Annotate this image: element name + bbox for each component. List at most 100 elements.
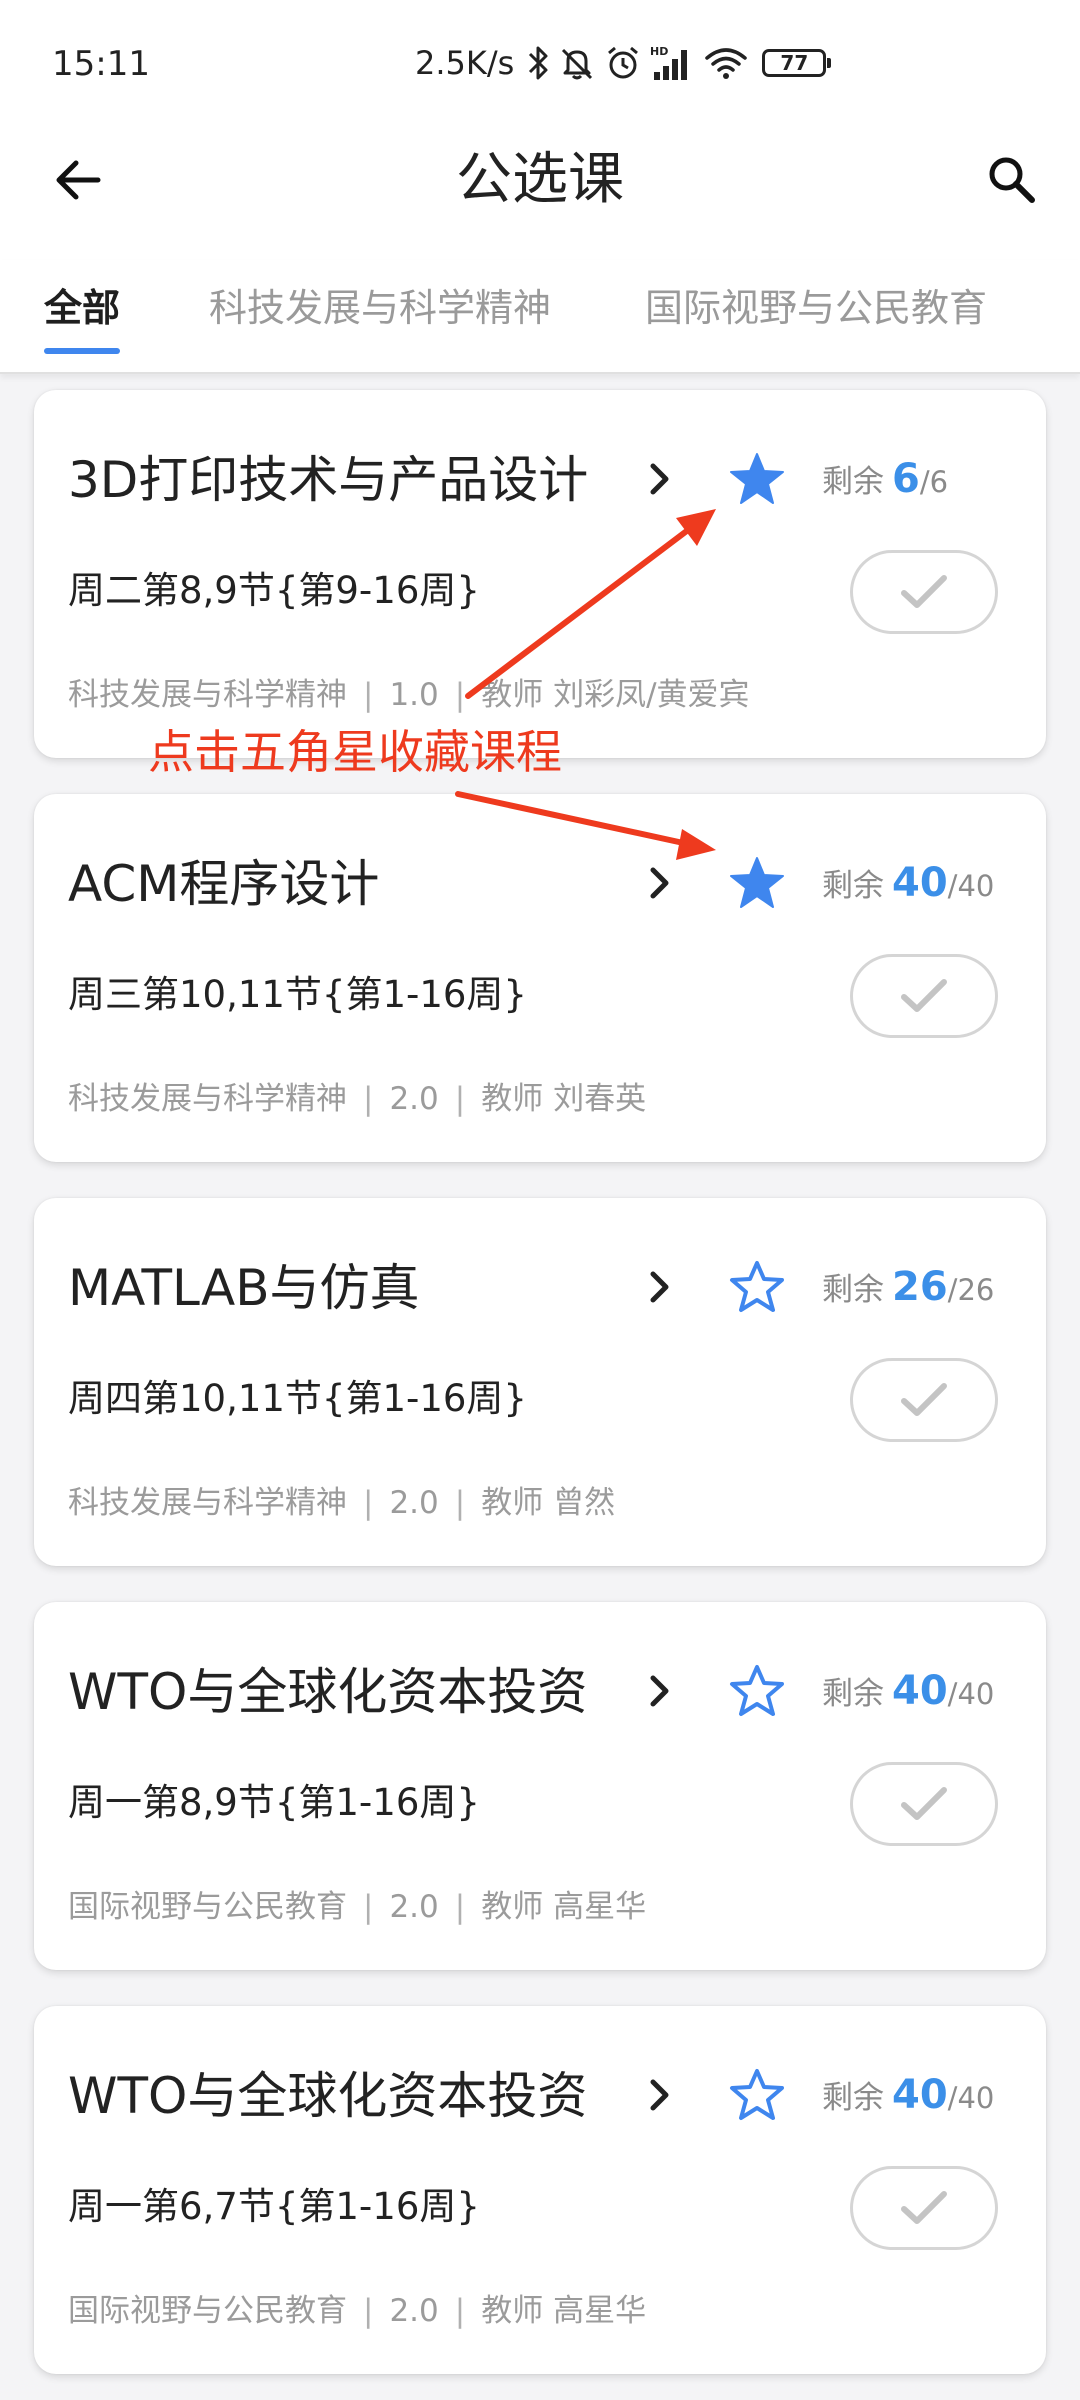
- course-teacher: 教师 高星华: [481, 1889, 647, 1925]
- meta-separator: |: [454, 1081, 466, 1117]
- total-count: /40: [947, 1677, 995, 1711]
- meta-separator: |: [454, 677, 466, 713]
- course-credit: 2.0: [389, 1485, 439, 1521]
- select-course-button[interactable]: [850, 550, 998, 634]
- course-card[interactable]: MATLAB与仿真 剩余 26/26 周四第10,11节{第1-16周} 科技发展…: [34, 1198, 1046, 1566]
- course-detail-button[interactable]: [634, 2070, 684, 2120]
- remaining-seats: 剩余 6/6: [822, 454, 948, 512]
- tab-all[interactable]: 全部: [44, 280, 120, 336]
- chevron-right-icon: [650, 1675, 669, 1707]
- check-icon: [901, 575, 947, 608]
- course-title: ACM程序设计: [68, 855, 380, 913]
- course-credit: 2.0: [389, 2293, 439, 2329]
- course-teacher: 教师 刘春英: [481, 1081, 647, 1117]
- course-detail-button[interactable]: [634, 454, 684, 504]
- course-category: 科技发展与科学精神: [68, 677, 347, 713]
- select-course-button[interactable]: [850, 1358, 998, 1442]
- status-icons: 2.5K/s HD 77: [415, 38, 832, 88]
- course-category: 国际视野与公民教育: [68, 1889, 347, 1925]
- status-bar: 15:11 2.5K/s HD 77: [0, 0, 1080, 120]
- network-speed: 2.5K/s: [415, 44, 515, 82]
- remain-label: 剩余: [822, 2080, 884, 2116]
- remain-label: 剩余: [822, 464, 884, 500]
- remaining-count: 40: [892, 1668, 948, 1714]
- search-button[interactable]: [974, 142, 1050, 218]
- course-credit: 2.0: [389, 1889, 439, 1925]
- course-meta: 国际视野与公民教育 | 2.0 | 教师 高星华: [68, 1882, 646, 1932]
- course-card[interactable]: ACM程序设计 剩余 40/40 周三第10,11节{第1-16周} 科技发展与科…: [34, 794, 1046, 1162]
- tab-international-civic[interactable]: 国际视野与公民教育: [645, 280, 987, 336]
- favorite-button[interactable]: [724, 1254, 790, 1320]
- course-card[interactable]: WTO与全球化资本投资 剩余 40/40 周一第6,7节{第1-16周} 国际视野…: [34, 2006, 1046, 2374]
- course-card[interactable]: WTO与全球化资本投资 剩余 40/40 周一第8,9节{第1-16周} 国际视野…: [34, 1602, 1046, 1970]
- app-bar: 公选课: [0, 120, 1080, 260]
- alarm-icon: [604, 44, 642, 82]
- course-teacher: 教师 曾然: [481, 1485, 616, 1521]
- meta-separator: |: [363, 1081, 374, 1117]
- course-credit: 1.0: [389, 677, 439, 713]
- total-count: /40: [947, 869, 995, 903]
- search-icon: [989, 157, 1035, 203]
- check-icon: [901, 1383, 947, 1416]
- bluetooth-icon: [526, 44, 550, 82]
- course-meta: 国际视野与公民教育 | 2.0 | 教师 高星华: [68, 2286, 646, 2336]
- course-detail-button[interactable]: [634, 858, 684, 908]
- total-count: /40: [947, 2081, 995, 2115]
- chevron-right-icon: [650, 2079, 669, 2111]
- meta-separator: |: [363, 1485, 374, 1521]
- select-course-button[interactable]: [850, 1762, 998, 1846]
- course-meta: 科技发展与科学精神 | 1.0 | 教师 刘彩凤/黄爱宾: [68, 670, 750, 720]
- course-schedule: 周三第10,11节{第1-16周}: [68, 973, 527, 1016]
- bell-off-icon: [558, 44, 596, 82]
- course-title: MATLAB与仿真: [68, 1259, 420, 1317]
- favorite-button[interactable]: [724, 446, 790, 512]
- chevron-right-icon: [650, 1271, 669, 1303]
- course-meta: 科技发展与科学精神 | 2.0 | 教师 曾然: [68, 1478, 615, 1528]
- star-outline-icon: [730, 2069, 784, 2120]
- course-title: 3D打印技术与产品设计: [68, 451, 589, 509]
- remaining-count: 40: [892, 860, 948, 906]
- meta-separator: |: [454, 1889, 466, 1925]
- active-tab-indicator: [44, 348, 120, 354]
- favorite-button[interactable]: [724, 850, 790, 916]
- category-tabs: 全部 科技发展与科学精神 国际视野与公民教育: [0, 260, 1080, 374]
- remaining-count: 6: [892, 456, 920, 502]
- wifi-icon: [704, 44, 748, 82]
- select-course-button[interactable]: [850, 2166, 998, 2250]
- course-detail-button[interactable]: [634, 1262, 684, 1312]
- select-course-button[interactable]: [850, 954, 998, 1038]
- chevron-right-icon: [650, 867, 669, 899]
- remaining-seats: 剩余 26/26: [822, 1262, 994, 1320]
- check-icon: [901, 1787, 947, 1820]
- remain-label: 剩余: [822, 1676, 884, 1712]
- meta-separator: |: [363, 677, 374, 713]
- meta-separator: |: [363, 1889, 374, 1925]
- tab-science-technology[interactable]: 科技发展与科学精神: [209, 280, 551, 336]
- remain-label: 剩余: [822, 868, 884, 904]
- course-teacher: 教师 刘彩凤/黄爱宾: [481, 677, 750, 713]
- meta-separator: |: [363, 2293, 374, 2329]
- course-schedule: 周一第6,7节{第1-16周}: [68, 2185, 480, 2228]
- check-icon: [901, 979, 947, 1012]
- course-meta: 科技发展与科学精神 | 2.0 | 教师 刘春英: [68, 1074, 646, 1124]
- course-category: 科技发展与科学精神: [68, 1485, 347, 1521]
- favorite-button[interactable]: [724, 2062, 790, 2128]
- star-outline-icon: [730, 1665, 784, 1716]
- star-filled-icon: [730, 857, 784, 908]
- course-category: 国际视野与公民教育: [68, 2293, 347, 2329]
- hd-signal-icon: HD: [650, 44, 696, 82]
- course-detail-button[interactable]: [634, 1666, 684, 1716]
- annotation-hint-text: 点击五角星收藏课程: [148, 725, 562, 779]
- course-title: WTO与全球化资本投资: [68, 2067, 588, 2125]
- page-title: 公选课: [456, 147, 624, 212]
- chevron-right-icon: [650, 463, 669, 495]
- meta-separator: |: [454, 2293, 466, 2329]
- svg-text:HD: HD: [650, 45, 668, 58]
- status-time: 15:11: [52, 44, 150, 84]
- total-count: /26: [947, 1273, 995, 1307]
- course-card[interactable]: 3D打印技术与产品设计 剩余 6/6 周二第8,9节{第9-16周} 科技发展与科…: [34, 390, 1046, 758]
- favorite-button[interactable]: [724, 1658, 790, 1724]
- course-teacher: 教师 高星华: [481, 2293, 647, 2329]
- course-title: WTO与全球化资本投资: [68, 1663, 588, 1721]
- course-schedule: 周四第10,11节{第1-16周}: [68, 1377, 527, 1420]
